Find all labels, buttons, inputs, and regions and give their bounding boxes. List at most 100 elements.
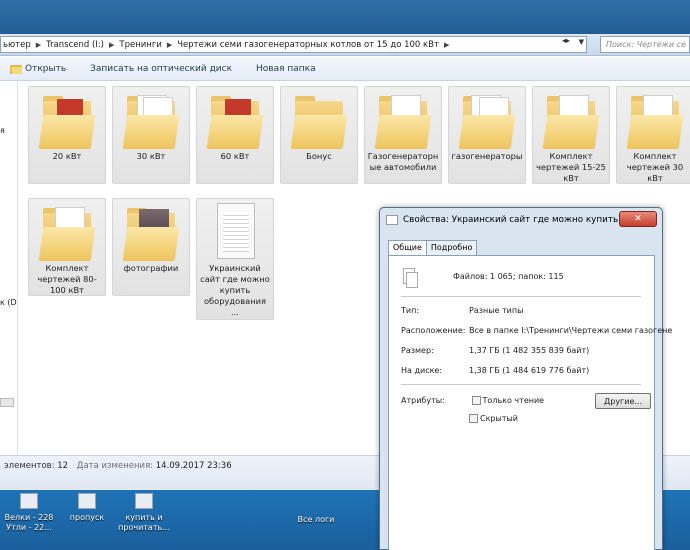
tab-details[interactable]: Подробно	[425, 240, 478, 255]
item-label: Комплект чертежей 80-100 кВт	[37, 263, 97, 295]
checkbox-box[interactable]	[471, 396, 481, 405]
folder-item[interactable]: Комплект чертежей 15-25 кВт	[532, 86, 610, 184]
window-titlebar[interactable]	[0, 0, 690, 34]
size-value: 1,37 ГБ (1 482 355 839 байт)	[469, 346, 590, 355]
file-icon	[78, 493, 96, 509]
folder-red-icon	[206, 91, 264, 149]
folder-open-icon	[10, 64, 22, 74]
new-folder-button[interactable]: Новая папка	[256, 64, 316, 74]
status-modified-value: 14.09.2017 23:36	[155, 461, 232, 471]
readonly-label: Только чтение	[482, 396, 545, 405]
type-key: Тип:	[401, 306, 420, 315]
folder-item[interactable]: Комплект чертежей 80-100 кВт	[28, 198, 106, 296]
open-button[interactable]: Открыть	[10, 64, 66, 74]
desktop-icon[interactable]: Все логи	[287, 515, 345, 525]
item-label: Комплект чертежей 30 кВт	[626, 151, 684, 183]
nav-fragment[interactable]: я	[0, 126, 5, 135]
size-key: Размер:	[401, 346, 434, 355]
address-history-dropdown[interactable]: ▼	[579, 38, 584, 46]
dialog-title: Свойства: Украинский сайт где можно купи…	[403, 215, 652, 225]
location-row: Расположение: Все в папке I:\Тренинги\Чер…	[401, 326, 672, 335]
readonly-checkbox[interactable]: Только чтение	[471, 396, 545, 405]
folder-item[interactable]: Комплект чертежей 30 кВт	[616, 86, 690, 184]
breadcrumb-computer[interactable]: ьютер	[3, 40, 31, 50]
folder-item[interactable]: Газогенераторн ые автомобили	[364, 86, 442, 184]
folder-item[interactable]: фотографии	[112, 198, 190, 296]
attributes-key: Атрибуты:	[401, 396, 445, 405]
desktop-icon-label: Все логи	[297, 515, 335, 524]
desktop-icon-label: Велки - 228 Утли - 22...	[4, 513, 54, 532]
hidden-label: Скрытый	[480, 414, 518, 423]
navigation-pane: я к (D	[0, 82, 18, 454]
breadcrumb-current-folder[interactable]: Чертежи семи газогенераторных котлов от …	[177, 40, 439, 50]
address-bar-area: ьютер ▶ Transcend (I:) ▶ Тренинги ▶ Черт…	[0, 34, 690, 56]
item-label: газогенераторы	[451, 151, 523, 161]
burn-disc-button[interactable]: Записать на оптический диск	[90, 64, 232, 74]
size-row: Размер: 1,37 ГБ (1 482 355 839 байт)	[401, 346, 589, 355]
disk-size-value: 1,38 ГБ (1 484 619 776 байт)	[469, 366, 590, 375]
refresh-buttons[interactable]: ◂▸	[562, 36, 570, 45]
chevron-right-icon[interactable]: ▶	[444, 41, 449, 49]
summary-text: Файлов: 1 065; папок: 115	[453, 272, 564, 281]
status-modified-key: Дата изменения:	[76, 461, 154, 471]
item-label: Комплект чертежей 15-25 кВт	[536, 151, 606, 183]
item-label: Бонус	[306, 151, 332, 161]
desktop-icon[interactable]: Велки - 228 Утли - 22...	[0, 493, 58, 533]
location-value[interactable]: Все в папке I:\Тренинги\Чертежи семи газ…	[469, 326, 672, 335]
document-icon	[209, 203, 261, 261]
type-value: Разные типы	[469, 306, 524, 315]
folder-docs-icon	[626, 91, 684, 149]
folder-docs-icon	[542, 91, 600, 149]
location-key: Расположение:	[401, 326, 466, 335]
file-icon	[135, 493, 153, 509]
other-attributes-button[interactable]: Другие...	[595, 393, 651, 409]
folder-empty-icon	[290, 91, 348, 149]
folder-docs-icon	[458, 91, 516, 149]
folder-docs-icon	[38, 203, 96, 261]
item-label: 20 кВт	[52, 151, 82, 161]
folder-red-icon	[38, 91, 96, 149]
multiple-files-icon	[403, 268, 419, 290]
desktop-icon[interactable]: купить и прочитать...	[115, 493, 173, 533]
divider	[401, 296, 641, 297]
breadcrumb-drive[interactable]: Transcend (I:)	[46, 40, 104, 50]
search-input[interactable]: Поиск: Чертежи се	[600, 36, 690, 53]
folder-item[interactable]: 30 кВт	[112, 86, 190, 184]
folder-photo-icon	[122, 203, 180, 261]
tab-general[interactable]: Общие	[388, 240, 427, 256]
status-count-key: элементов:	[4, 461, 55, 471]
divider	[401, 384, 641, 385]
folder-item[interactable]: газогенераторы	[448, 86, 526, 184]
item-label: Газогенераторн ые автомобили	[367, 151, 439, 172]
desktop-icon-label: купить и прочитать...	[118, 513, 170, 532]
file-icon	[20, 493, 38, 509]
item-label: Украинский сайт где можно купить оборудо…	[200, 263, 270, 317]
folder-item[interactable]: 20 кВт	[28, 86, 106, 184]
desktop-icon-label: пропуск	[69, 513, 105, 522]
dialog-tabs: Общие Подробно	[388, 240, 478, 256]
folder-docs-icon	[122, 91, 180, 149]
search-placeholder: Поиск: Чертежи се	[606, 40, 686, 49]
file-item[interactable]: Украинский сайт где можно купить оборудо…	[196, 198, 274, 320]
address-bar[interactable]: ьютер ▶ Transcend (I:) ▶ Тренинги ▶ Черт…	[0, 36, 587, 53]
attributes-row: Атрибуты: Только чтение	[401, 396, 544, 405]
checkbox-box[interactable]	[469, 414, 478, 423]
status-count-value: 12	[57, 461, 69, 471]
chevron-right-icon[interactable]: ▶	[167, 41, 172, 49]
chevron-right-icon[interactable]: ▶	[109, 41, 114, 49]
breadcrumb-trainings[interactable]: Тренинги	[119, 40, 161, 50]
properties-dialog: Свойства: Украинский сайт где можно купи…	[379, 207, 672, 550]
item-label: 60 кВт	[220, 151, 250, 161]
nav-drive-fragment[interactable]: к (D	[0, 298, 17, 307]
folder-item[interactable]: 60 кВт	[196, 86, 274, 184]
close-button[interactable]: ✕	[619, 211, 657, 227]
open-label: Открыть	[25, 63, 67, 74]
type-row: Тип: Разные типы	[401, 306, 523, 315]
folder-item[interactable]: Бонус	[280, 86, 358, 184]
document-icon	[386, 215, 398, 225]
hidden-checkbox[interactable]: Скрытый	[469, 414, 518, 423]
disk-size-key: На диске:	[401, 366, 443, 375]
chevron-right-icon[interactable]: ▶	[36, 41, 41, 49]
item-label: фотографии	[123, 263, 179, 273]
desktop-icon[interactable]: пропуск	[58, 493, 116, 523]
